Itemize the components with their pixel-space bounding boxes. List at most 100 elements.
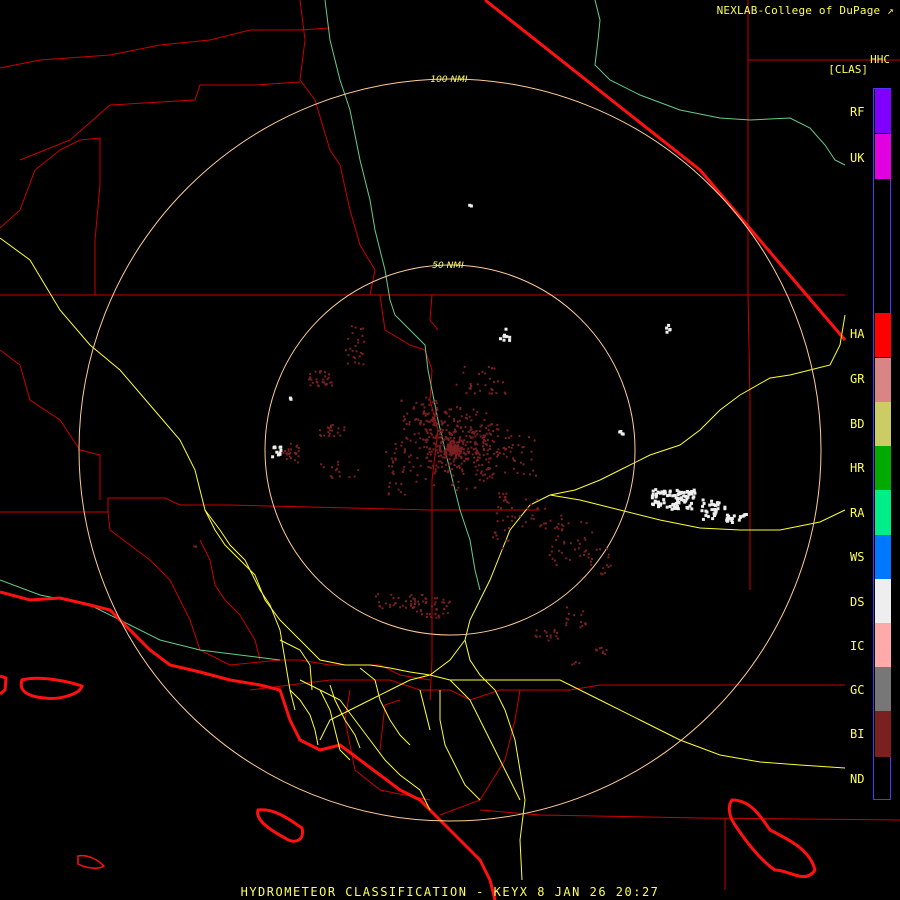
- bio-echo-pixel: [548, 554, 551, 556]
- bio-echo-pixel: [408, 461, 411, 464]
- bio-echo-pixel: [446, 612, 449, 615]
- bio-echo-pixel: [455, 441, 458, 444]
- bio-echo-pixel: [460, 439, 463, 442]
- bio-echo-pixel: [590, 563, 593, 566]
- bio-echo-pixel: [497, 448, 500, 451]
- bio-echo-pixel: [583, 550, 586, 553]
- bio-echo-pixel: [424, 428, 427, 431]
- bio-echo-pixel: [428, 451, 431, 454]
- bio-echo-pixel: [430, 428, 433, 431]
- bio-echo-pixel: [530, 450, 533, 453]
- bio-echo-pixel: [463, 459, 466, 462]
- bio-echo-pixel: [483, 418, 486, 421]
- bio-echo-pixel: [479, 472, 482, 475]
- bio-echo-pixel: [518, 435, 521, 438]
- bio-echo-pixel: [583, 554, 586, 556]
- bio-echo-pixel: [495, 451, 498, 454]
- bio-echo-pixel: [524, 521, 527, 524]
- bio-echo-pixel: [331, 424, 334, 426]
- bio-echo-pixel: [419, 437, 422, 440]
- bio-echo-pixel: [436, 445, 438, 448]
- bio-echo-pixel: [414, 441, 417, 444]
- bio-echo-pixel: [546, 635, 549, 637]
- bio-echo-pixel: [378, 605, 381, 608]
- bio-echo-pixel: [391, 465, 394, 468]
- bio-echo-pixel: [441, 456, 444, 459]
- bio-echo-pixel: [485, 458, 488, 461]
- bio-echo-pixel: [392, 473, 395, 476]
- bio-echo-pixel: [556, 637, 559, 640]
- bio-echo-pixel: [323, 434, 326, 437]
- dry-snow-pixel: [663, 490, 667, 494]
- bio-echo-pixel: [290, 448, 293, 451]
- dry-snow-pixel: [682, 498, 685, 502]
- bio-echo-pixel: [487, 365, 490, 368]
- bio-echo-pixel: [476, 410, 479, 413]
- bio-echo-pixel: [444, 449, 447, 452]
- bio-echo-pixel: [390, 593, 393, 596]
- bio-echo-pixel: [492, 536, 495, 539]
- bio-echo-pixel: [483, 434, 486, 437]
- bio-echo-pixel: [475, 473, 478, 476]
- bio-echo-pixel: [388, 465, 391, 468]
- bio-echo-pixel: [385, 451, 388, 453]
- bio-echo-pixel: [471, 453, 474, 456]
- legend-label-rf: RF: [850, 105, 865, 119]
- bio-echo-pixel: [567, 522, 570, 525]
- bio-echo-pixel: [451, 468, 454, 471]
- bio-echo-pixel: [289, 452, 292, 454]
- bio-echo-pixel: [431, 409, 434, 411]
- bio-echo-pixel: [428, 613, 431, 616]
- dry-snow-pixel: [508, 335, 512, 339]
- bio-echo-pixel: [454, 456, 457, 459]
- dry-snow-pixel: [685, 506, 689, 510]
- bio-echo-pixel: [428, 398, 431, 401]
- bio-echo-pixel: [435, 435, 438, 437]
- bio-echo-pixel: [460, 462, 463, 465]
- dry-snow-pixel: [710, 499, 714, 503]
- bio-echo-pixel: [464, 453, 467, 456]
- bio-echo-pixel: [417, 418, 420, 421]
- bio-echo-pixel: [490, 423, 493, 426]
- bio-echo-pixel: [478, 372, 481, 375]
- bio-echo-pixel: [425, 446, 428, 449]
- external-link-icon[interactable]: ↗: [887, 4, 894, 17]
- bio-echo-pixel: [447, 437, 449, 440]
- dry-snow-pixel: [738, 516, 742, 519]
- bio-echo-pixel: [459, 436, 462, 439]
- bio-echo-pixel: [432, 401, 435, 404]
- bio-echo-pixel: [579, 554, 582, 557]
- bio-echo-pixel: [326, 378, 329, 381]
- bio-echo-pixel: [505, 539, 508, 542]
- dry-snow-echoes: [271, 203, 748, 524]
- bio-echo-pixel: [511, 519, 513, 522]
- bio-echo-pixel: [497, 435, 500, 438]
- bio-echo-pixel: [434, 613, 437, 616]
- bio-echo-pixel: [403, 493, 406, 496]
- bio-echo-pixel: [452, 450, 455, 453]
- bio-echo-pixel: [460, 415, 463, 418]
- bio-echo-pixel: [479, 389, 482, 392]
- bio-echo-pixel: [349, 347, 352, 350]
- bio-echo-pixel: [431, 418, 434, 421]
- bio-echo-pixel: [595, 548, 598, 551]
- bio-echo-pixel: [549, 634, 552, 637]
- bio-echo-pixel: [436, 415, 439, 418]
- bio-echo-pixel: [420, 403, 423, 406]
- bio-echo-pixel: [583, 622, 586, 625]
- bio-echo-pixel: [507, 539, 510, 542]
- bio-echo-pixel: [446, 424, 449, 427]
- bio-echo-pixel: [328, 373, 330, 376]
- bio-echo-pixel: [435, 616, 438, 619]
- bio-echo-pixel: [488, 457, 491, 460]
- bio-echo-pixel: [519, 461, 522, 464]
- bio-echo-pixel: [433, 472, 436, 475]
- bio-echo-pixel: [469, 440, 472, 443]
- bio-echo-pixel: [437, 455, 440, 458]
- bio-echo-pixel: [469, 426, 472, 429]
- bio-echo-pixel: [439, 430, 442, 432]
- bio-echo-pixel: [531, 514, 534, 517]
- bio-echo-pixel: [282, 451, 285, 454]
- legend-swatch-ds: [875, 579, 891, 623]
- bio-echo-pixel: [473, 392, 476, 395]
